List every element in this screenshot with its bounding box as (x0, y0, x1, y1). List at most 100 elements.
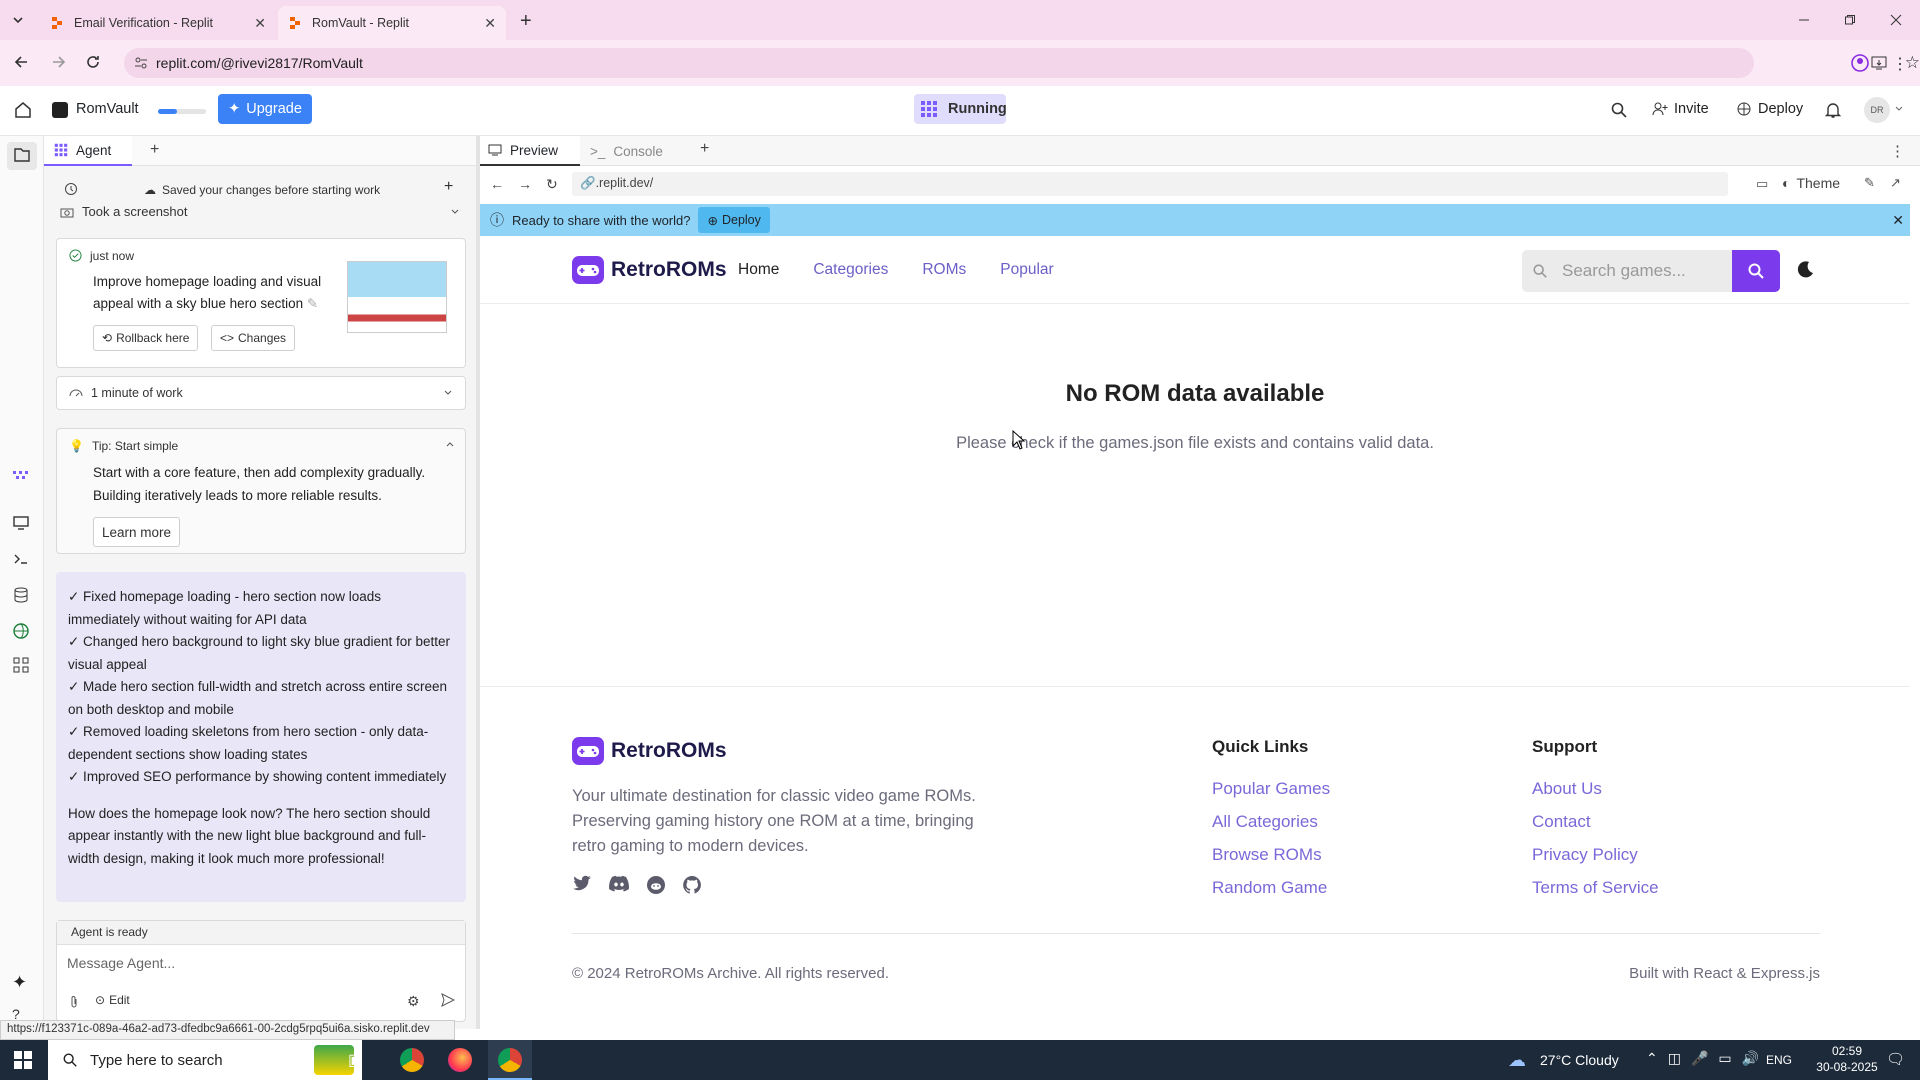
browser-tab-romvault[interactable]: RomVault - Replit ✕ (278, 6, 506, 40)
footer-link-privacy-policy[interactable]: Privacy Policy (1532, 845, 1659, 865)
database-icon[interactable] (12, 586, 32, 606)
new-chat-icon[interactable]: + (444, 178, 453, 196)
system-tray[interactable]: ⌃ ◫ 🎤 ▭ 🔊 (1646, 1050, 1759, 1067)
dark-mode-moon-icon[interactable] (1794, 258, 1816, 280)
add-tab-icon[interactable]: + (150, 141, 159, 159)
screenshot-thumbnail[interactable] (347, 261, 447, 333)
site-brand[interactable]: RetroROMs (611, 258, 727, 282)
home-icon[interactable] (14, 101, 32, 119)
reload-icon[interactable]: ↻ (546, 176, 558, 193)
tab-list-chevron-icon[interactable] (10, 12, 26, 28)
browser-tab-strip: Email Verification - Replit ✕ RomVault -… (0, 0, 1920, 40)
close-window-icon[interactable] (1876, 8, 1916, 32)
devices-icon[interactable]: ▭ (1756, 176, 1768, 192)
forward-icon[interactable]: → (518, 176, 532, 192)
pencil-icon[interactable]: ✎ (307, 296, 318, 311)
restore-icon[interactable] (1830, 8, 1870, 32)
settings-sliders-icon[interactable]: ⚙ (407, 993, 420, 1010)
footer-link-contact[interactable]: Contact (1532, 812, 1659, 832)
learn-more-button[interactable]: Learn more (93, 517, 181, 547)
agent-icon[interactable] (12, 466, 32, 486)
project-name[interactable]: RomVault (76, 101, 139, 117)
tab-agent[interactable]: Agent (44, 136, 132, 166)
windows-start-icon[interactable] (14, 1051, 32, 1069)
chrome-active-taskbar-item[interactable] (488, 1040, 532, 1080)
external-link-icon[interactable]: ↗ (1890, 175, 1901, 191)
install-app-icon[interactable] (1870, 54, 1888, 72)
preview-url-bar: ← → ↻ 🔗.replit.dev/ ▭ ◐ Theme ✎ ↗ (480, 166, 1920, 202)
shell-icon[interactable] (12, 550, 32, 570)
preview-url-input[interactable]: 🔗.replit.dev/ (572, 172, 1728, 196)
chrome-icon[interactable] (400, 1048, 424, 1072)
taskbar-search[interactable]: Type here to search (48, 1040, 362, 1080)
more-options-icon[interactable]: ⋮ (1890, 142, 1905, 160)
monitor-icon[interactable] (12, 514, 32, 534)
language-indicator[interactable]: ENG (1766, 1053, 1792, 1067)
close-icon[interactable]: ✕ (1892, 212, 1904, 229)
deploy-button[interactable]: Deploy (1728, 94, 1811, 124)
notifications-bell-icon[interactable] (1824, 101, 1842, 119)
site-info-icon[interactable] (134, 56, 148, 70)
close-tab-icon[interactable]: ✕ (484, 15, 496, 32)
apps-grid-icon[interactable] (12, 656, 32, 676)
attach-icon[interactable] (67, 995, 81, 1009)
tab-preview[interactable]: Preview (480, 136, 580, 166)
minimize-icon[interactable] (1784, 8, 1824, 32)
banner-deploy-button[interactable]: ⊕ Deploy (698, 207, 770, 233)
site-search-input[interactable]: Search games... (1522, 250, 1732, 292)
weather-text[interactable]: 27°C Cloudy (1540, 1052, 1619, 1068)
nav-categories[interactable]: Categories (813, 261, 888, 279)
globe-icon[interactable] (12, 622, 32, 642)
screenshot-step[interactable]: Took a screenshot (60, 204, 460, 219)
footer-link-about-us[interactable]: About Us (1532, 779, 1659, 799)
footer-link-terms[interactable]: Terms of Service (1532, 878, 1659, 898)
reload-icon[interactable] (84, 53, 102, 71)
running-status-button[interactable]: Running (914, 94, 1007, 124)
back-icon[interactable]: ← (490, 176, 504, 192)
back-icon[interactable] (12, 53, 30, 71)
footer-link-random-game[interactable]: Random Game (1212, 878, 1330, 898)
nav-home[interactable]: Home (738, 261, 779, 279)
task-view-icon[interactable]: ▣ (348, 1050, 363, 1070)
profile-icon[interactable] (1851, 54, 1869, 72)
site-search-button[interactable] (1732, 250, 1780, 292)
chevron-up-icon[interactable] (445, 439, 455, 449)
chevron-down-icon[interactable] (1894, 104, 1904, 114)
browser-tab-email[interactable]: Email Verification - Replit ✕ (40, 6, 276, 40)
close-tab-icon[interactable]: ✕ (254, 15, 266, 32)
reddit-icon[interactable] (646, 875, 666, 895)
devtools-icon[interactable]: ✎ (1864, 175, 1875, 191)
twitter-icon[interactable] (572, 875, 592, 895)
discord-icon[interactable] (608, 875, 630, 895)
work-duration-row[interactable]: 1 minute of work (56, 376, 466, 410)
history-icon[interactable] (64, 182, 78, 196)
changes-button[interactable]: <> Changes (211, 325, 296, 351)
upgrade-button[interactable]: ✦ Upgrade (218, 94, 312, 124)
nav-popular[interactable]: Popular (1000, 261, 1053, 279)
forward-icon[interactable] (50, 53, 68, 71)
address-bar[interactable]: replit.com/@rivevi2817/RomVault ☆ (124, 48, 1920, 78)
invite-button[interactable]: Invite (1644, 94, 1717, 124)
clock[interactable]: 02:59 30-08-2025 (1812, 1043, 1882, 1075)
footer-link-all-categories[interactable]: All Categories (1212, 812, 1330, 832)
footer-link-popular-games[interactable]: Popular Games (1212, 779, 1330, 799)
sparkle-icon[interactable]: ✦ (12, 972, 32, 992)
search-icon[interactable] (1610, 101, 1628, 119)
browser-menu-icon[interactable]: ⋮ (1892, 54, 1908, 74)
new-tab-icon[interactable]: + (520, 10, 532, 33)
edit-mode-button[interactable]: ⊙ Edit (95, 993, 130, 1007)
files-icon[interactable] (7, 142, 37, 170)
footer-link-browse-roms[interactable]: Browse ROMs (1212, 845, 1330, 865)
notification-center-icon[interactable]: 🗨 (1886, 1050, 1905, 1068)
check-circle-icon (69, 249, 82, 263)
message-input[interactable]: Message Agent... (67, 951, 455, 977)
rollback-button[interactable]: ⟲ Rollback here (93, 325, 199, 351)
theme-button[interactable]: ◐ Theme (1782, 175, 1840, 191)
github-icon[interactable] (682, 875, 702, 895)
firefox-icon[interactable] (448, 1048, 472, 1072)
nav-roms[interactable]: ROMs (922, 261, 966, 279)
add-tab-icon[interactable]: + (700, 140, 709, 158)
send-icon[interactable] (441, 993, 455, 1007)
tab-console[interactable]: >_ Console (590, 136, 663, 166)
avatar[interactable]: DR (1864, 97, 1890, 123)
